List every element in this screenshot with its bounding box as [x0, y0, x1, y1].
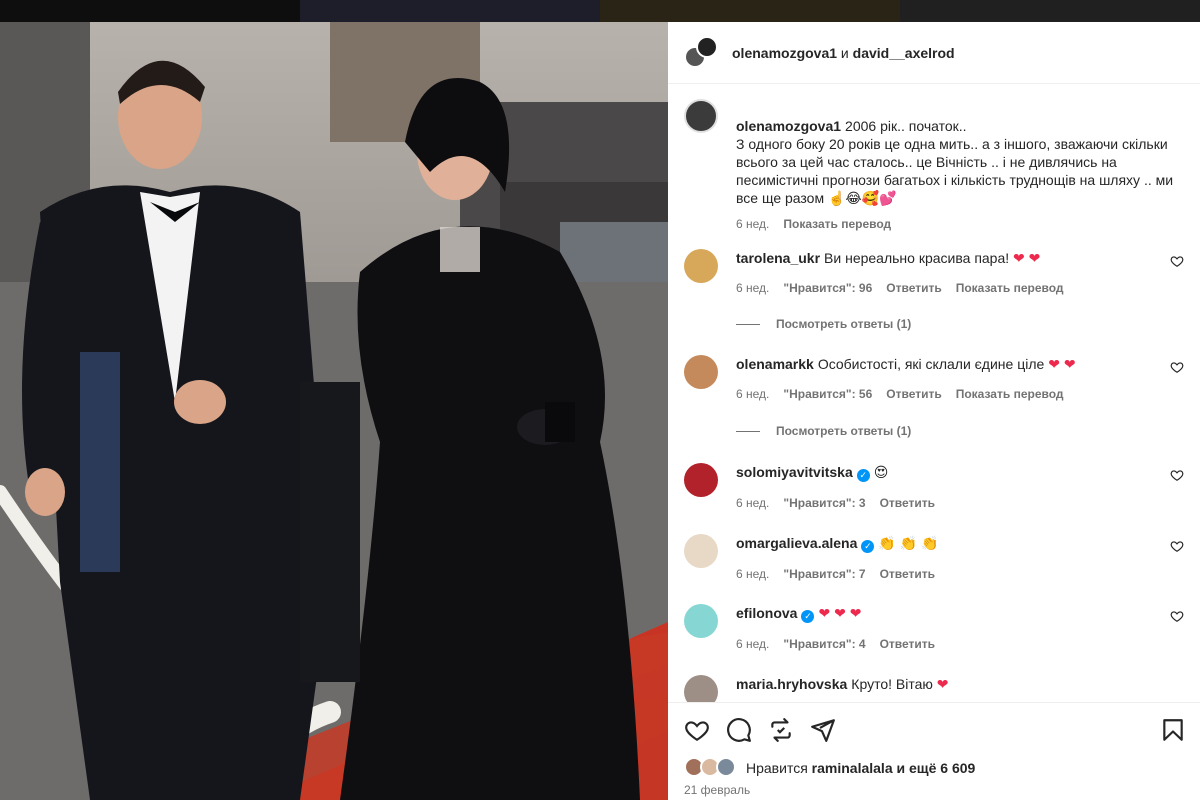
- comment-text: 😍: [873, 464, 889, 480]
- heart-icon[interactable]: [684, 717, 710, 743]
- comment-likes[interactable]: "Нравится": 3: [783, 494, 865, 512]
- avatar: [696, 35, 718, 58]
- comment-likes[interactable]: "Нравится": 96: [783, 279, 872, 297]
- post-actions: Нравится raminalalala и ещё 6 609 21 фев…: [668, 702, 1200, 800]
- likes-user[interactable]: raminalalala: [812, 760, 893, 776]
- post-authors: olenamozgova1 и david__axelrod: [732, 45, 955, 61]
- likes-count[interactable]: и ещё 6 609: [897, 760, 976, 776]
- background-thumbnail: [900, 0, 1200, 22]
- comment-time[interactable]: 6 нед.: [736, 385, 769, 403]
- repost-icon[interactable]: [768, 717, 794, 743]
- translate-link[interactable]: Показать перевод: [956, 279, 1064, 297]
- avatar[interactable]: [684, 675, 718, 702]
- caption: olenamozgova1 2006 рік.. початок.. З одно…: [684, 99, 1184, 251]
- translate-link[interactable]: Показать перевод: [956, 385, 1064, 403]
- avatar[interactable]: [684, 463, 718, 497]
- comment-username[interactable]: efilonova: [736, 605, 797, 621]
- view-replies[interactable]: Посмотреть ответы (1): [736, 424, 911, 438]
- view-replies[interactable]: Посмотреть ответы (1): [736, 317, 911, 331]
- comment-time[interactable]: 6 нед.: [736, 494, 769, 512]
- like-comment-icon[interactable]: [1170, 609, 1184, 623]
- comment-username[interactable]: tarolena_ukr: [736, 250, 820, 266]
- background-thumbnail: [600, 0, 900, 22]
- avatar[interactable]: [684, 604, 718, 638]
- liker-avatars: [684, 757, 738, 779]
- caption-time[interactable]: 6 нед.: [736, 215, 769, 233]
- comment-text: 👏 👏 👏: [878, 535, 939, 551]
- post-header: olenamozgova1 и david__axelrod: [668, 22, 1200, 84]
- comment: tarolena_ukr Ви нереально красива пара! ❤…: [684, 249, 1184, 297]
- replies-divider: [736, 430, 760, 432]
- author-link[interactable]: david__axelrod: [853, 45, 955, 61]
- avatar: [716, 757, 736, 777]
- post-photo: [0, 22, 668, 800]
- comment-text: Круто! Вітаю ❤: [851, 676, 949, 692]
- avatar[interactable]: [684, 534, 718, 568]
- share-icon[interactable]: [810, 717, 836, 743]
- likes-summary[interactable]: Нравится raminalalala и ещё 6 609: [684, 757, 975, 779]
- avatar[interactable]: [684, 249, 718, 283]
- comment: efilonova ✓ ❤ ❤ ❤ 6 нед. "Нравится": 4 Отв…: [684, 604, 1184, 653]
- like-comment-icon[interactable]: [1170, 468, 1184, 482]
- background-thumbnail: [300, 0, 600, 22]
- comment-username[interactable]: olenamarkk: [736, 356, 814, 372]
- comment-likes[interactable]: "Нравится": 56: [783, 385, 872, 403]
- comment-time[interactable]: 6 нед.: [736, 279, 769, 297]
- comment-username[interactable]: maria.hryhovska: [736, 676, 847, 692]
- like-comment-icon[interactable]: [1170, 254, 1184, 268]
- comment: solomiyavitvitska ✓ 😍 6 нед. "Нравится": 3…: [684, 463, 1184, 512]
- comment: olenamarkk Особистості, які склали єдине …: [684, 355, 1184, 403]
- reply-button[interactable]: Ответить: [880, 635, 935, 653]
- comment-time[interactable]: 6 нед.: [736, 635, 769, 653]
- avatar[interactable]: [684, 355, 718, 389]
- bookmark-icon[interactable]: [1160, 717, 1186, 743]
- likes-prefix: Нравится: [746, 760, 808, 776]
- like-comment-icon[interactable]: [1170, 360, 1184, 374]
- comment-icon[interactable]: [726, 717, 752, 743]
- comment-likes[interactable]: "Нравится": 7: [783, 565, 865, 583]
- replies-divider: [736, 323, 760, 325]
- caption-username[interactable]: olenamozgova1: [736, 118, 841, 134]
- comments-list[interactable]: olenamozgova1 2006 рік.. початок.. З одно…: [668, 85, 1200, 702]
- reply-button[interactable]: Ответить: [886, 279, 941, 297]
- verified-badge-icon: ✓: [801, 610, 815, 623]
- avatar[interactable]: [684, 99, 718, 133]
- reply-button[interactable]: Ответить: [880, 494, 935, 512]
- comment-username[interactable]: omargalieva.alena: [736, 535, 857, 551]
- verified-badge-icon: ✓: [861, 540, 875, 553]
- author-link[interactable]: olenamozgova1: [732, 45, 837, 61]
- collab-avatars[interactable]: [684, 35, 718, 70]
- author-conjunction: и: [840, 44, 849, 61]
- like-comment-icon[interactable]: [1170, 539, 1184, 553]
- verified-badge-icon: ✓: [856, 469, 870, 482]
- comment: omargalieva.alena ✓ 👏 👏 👏 6 нед. "Нравится…: [684, 534, 1184, 583]
- comment: maria.hryhovska Круто! Вітаю ❤: [684, 675, 1184, 702]
- comment-text: Особистості, які склали єдине ціле ❤ ❤: [817, 356, 1076, 372]
- reply-button[interactable]: Ответить: [880, 565, 935, 583]
- comment-time[interactable]: 6 нед.: [736, 565, 769, 583]
- background-feed-strip: [0, 0, 1200, 22]
- translate-link[interactable]: Показать перевод: [783, 215, 891, 233]
- comment-username[interactable]: solomiyavitvitska: [736, 464, 853, 480]
- reply-button[interactable]: Ответить: [886, 385, 941, 403]
- post-date[interactable]: 21 февраль: [684, 783, 750, 797]
- post-side-panel: olenamozgova1 и david__axelrod olenamozg…: [668, 22, 1200, 800]
- instagram-post-view: olenamozgova1 и david__axelrod olenamozg…: [0, 0, 1200, 800]
- comment-text: Ви нереально красива пара! ❤ ❤: [824, 250, 1041, 266]
- comment-text: ❤ ❤ ❤: [818, 605, 862, 621]
- comment-likes[interactable]: "Нравится": 4: [783, 635, 865, 653]
